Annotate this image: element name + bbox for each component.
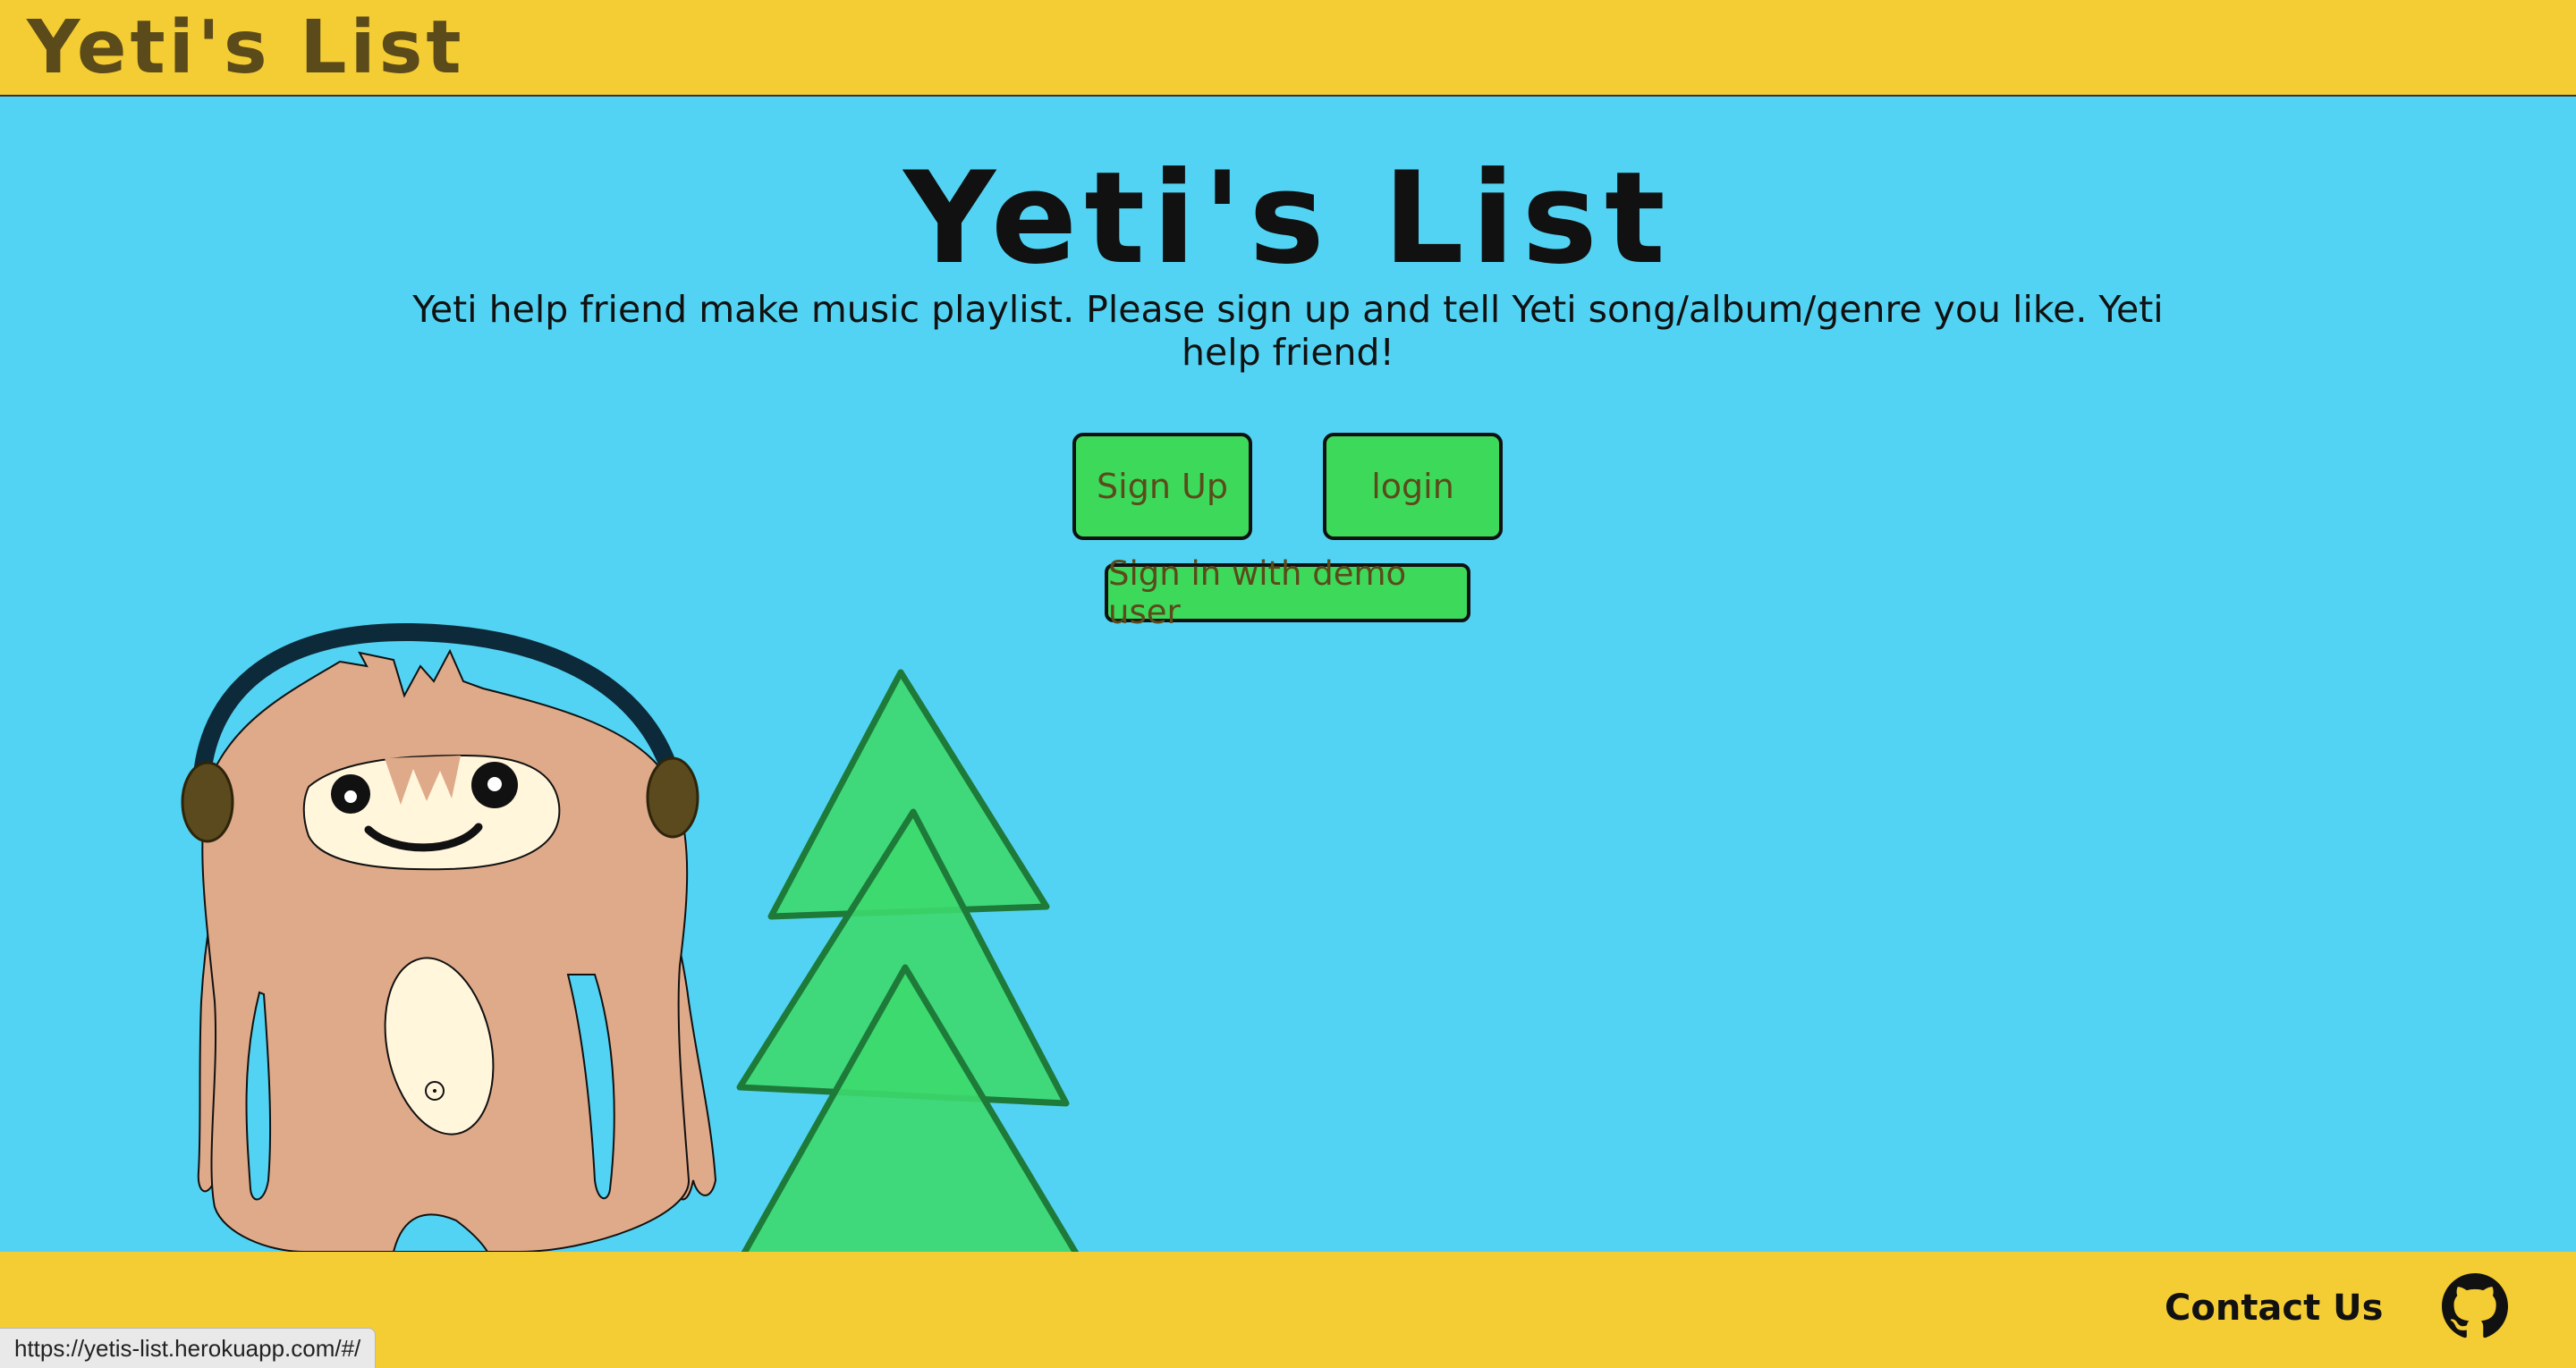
contact-us-link[interactable]: Contact Us <box>2165 1288 2383 1329</box>
login-button[interactable]: login <box>1323 433 1503 540</box>
pine-tree <box>736 669 1080 1252</box>
yeti-character <box>197 648 717 1252</box>
top-bar: Yeti's List <box>0 0 2576 97</box>
brand-logo-link[interactable]: Yeti's List <box>27 4 465 93</box>
headphones-icon <box>181 622 699 843</box>
page-title: Yeti's List <box>903 145 1673 292</box>
footer: Contact Us <box>0 1252 2576 1368</box>
demo-login-button[interactable]: Sign in with demo user <box>1105 554 1470 631</box>
sign-up-button[interactable]: Sign Up <box>1072 433 1252 540</box>
github-icon[interactable] <box>2442 1273 2508 1339</box>
intro-text: Yeti help friend make music playlist. Pl… <box>412 288 2164 374</box>
status-bar-url: https://yetis-list.herokuapp.com/#/ <box>0 1328 377 1368</box>
